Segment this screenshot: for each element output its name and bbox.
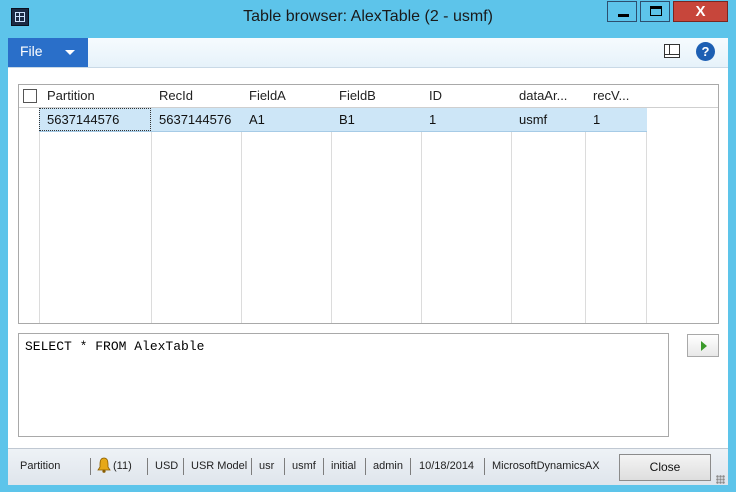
select-all-checkbox[interactable] xyxy=(23,89,37,103)
status-separator xyxy=(284,458,285,475)
run-query-button[interactable] xyxy=(687,334,719,357)
cell-dataareaid[interactable]: usmf xyxy=(511,108,585,131)
status-separator xyxy=(251,458,252,475)
bell-icon[interactable] xyxy=(97,457,111,473)
ribbon-bar: File ? xyxy=(8,38,728,68)
status-separator xyxy=(484,458,485,475)
status-separator xyxy=(365,458,366,475)
play-icon xyxy=(701,341,707,351)
table-browser-window: Table browser: AlexTable (2 - usmf) X Fi… xyxy=(0,0,736,492)
cell-fieldb[interactable]: B1 xyxy=(331,108,421,131)
notification-count[interactable]: (11) xyxy=(113,460,132,472)
grid-header: Partition RecId FieldA FieldB ID dataAr.… xyxy=(19,85,718,108)
status-separator xyxy=(323,458,324,475)
column-header-recversion[interactable]: recV... xyxy=(585,85,646,107)
minimize-icon xyxy=(618,14,629,17)
sql-query-input[interactable]: SELECT * FROM AlexTable xyxy=(18,333,669,437)
maximize-button[interactable] xyxy=(640,1,670,22)
maximize-icon xyxy=(650,6,662,16)
window-close-button[interactable]: X xyxy=(673,1,728,22)
minimize-button[interactable] xyxy=(607,1,637,22)
column-header-dataareaid[interactable]: dataAr... xyxy=(511,85,585,107)
status-database[interactable]: MicrosoftDynamicsAX xyxy=(492,460,600,472)
status-separator xyxy=(183,458,184,475)
layout-icon[interactable] xyxy=(664,44,680,58)
status-separator xyxy=(410,458,411,475)
column-header-recid[interactable]: RecId xyxy=(151,85,241,107)
close-button[interactable]: Close xyxy=(619,454,711,481)
cell-recid[interactable]: 5637144576 xyxy=(151,108,241,131)
cell-id[interactable]: 1 xyxy=(421,108,511,131)
status-model[interactable]: USR Model xyxy=(191,460,247,472)
status-state[interactable]: initial xyxy=(331,460,356,472)
cell-partition[interactable]: 5637144576 xyxy=(39,108,151,131)
records-grid[interactable]: Partition RecId FieldA FieldB ID dataAr.… xyxy=(18,84,719,324)
column-header-id[interactable]: ID xyxy=(421,85,511,107)
status-user[interactable]: admin xyxy=(373,460,403,472)
status-layer[interactable]: usr xyxy=(259,460,274,472)
title-bar[interactable]: Table browser: AlexTable (2 - usmf) X xyxy=(0,0,736,36)
status-separator xyxy=(147,458,148,475)
status-partition[interactable]: Partition xyxy=(20,460,60,472)
client-area: File ? Partition RecId FieldA FieldB ID xyxy=(8,38,728,485)
status-company[interactable]: usmf xyxy=(292,460,316,472)
help-icon[interactable]: ? xyxy=(696,42,715,61)
column-header-partition[interactable]: Partition xyxy=(39,85,151,107)
column-header-fieldb[interactable]: FieldB xyxy=(331,85,421,107)
cell-recversion[interactable]: 1 xyxy=(585,108,646,131)
status-separator xyxy=(90,458,91,475)
file-menu-button[interactable]: File xyxy=(8,38,88,67)
close-icon: X xyxy=(695,3,706,20)
table-row[interactable]: 5637144576 5637144576 A1 B1 1 usmf 1 xyxy=(39,108,647,132)
column-header-fielda[interactable]: FieldA xyxy=(241,85,331,107)
status-currency[interactable]: USD xyxy=(155,460,178,472)
status-bar: Partition (11) USD USR Model usr usmf in… xyxy=(8,448,728,485)
resize-grip-icon[interactable] xyxy=(716,475,725,484)
status-date[interactable]: 10/18/2014 xyxy=(419,460,474,472)
file-menu-label: File xyxy=(20,43,43,59)
chevron-down-icon xyxy=(65,50,75,55)
cell-fielda[interactable]: A1 xyxy=(241,108,331,131)
